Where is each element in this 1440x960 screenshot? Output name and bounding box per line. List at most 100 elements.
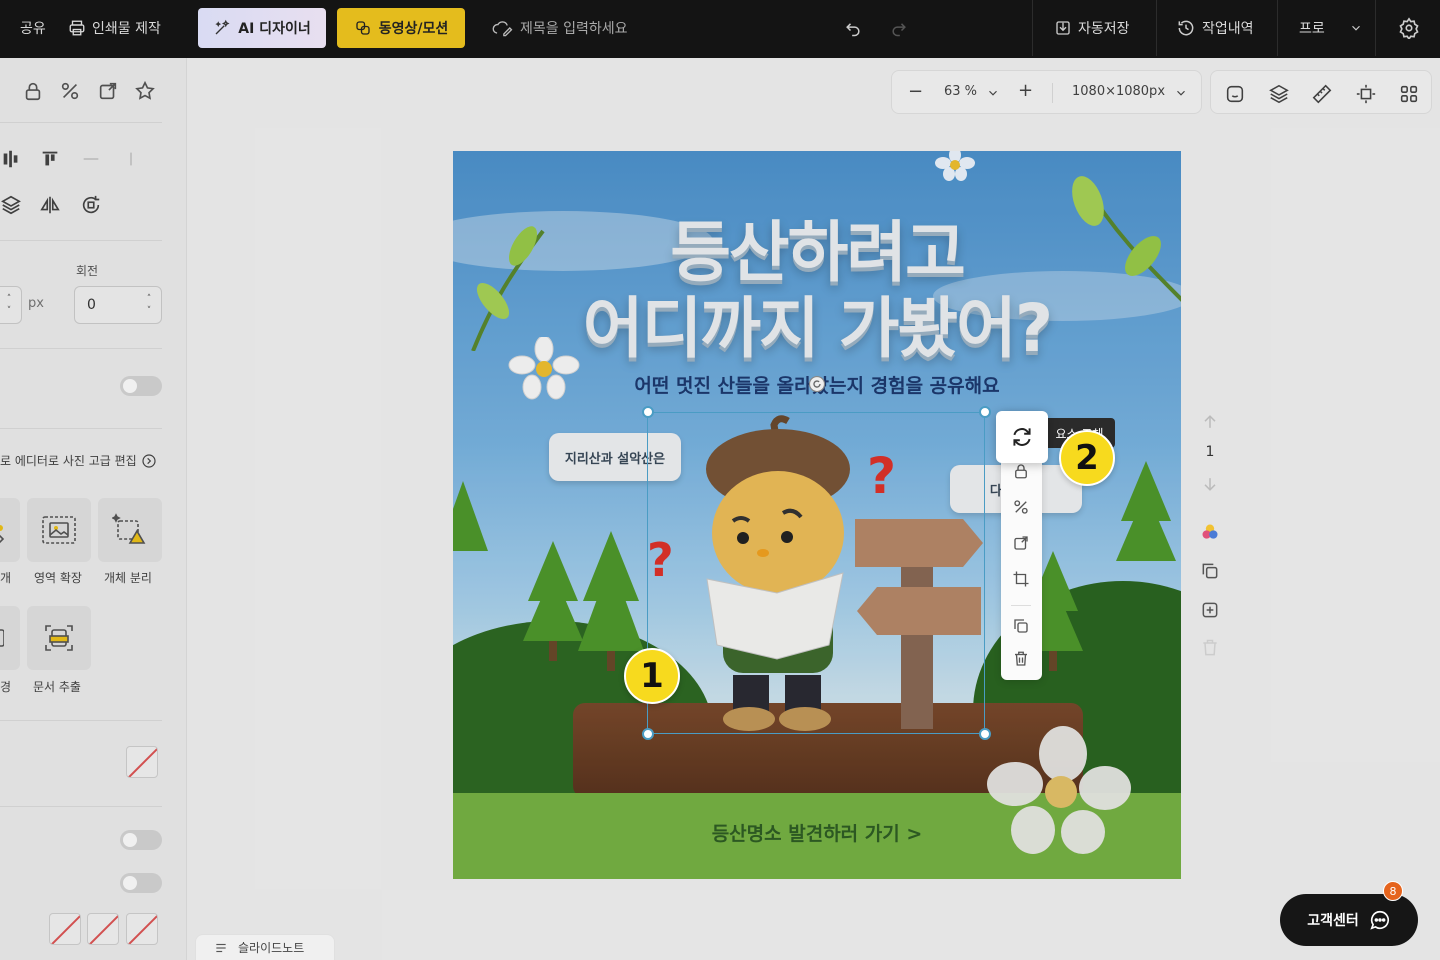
grid-view-icon[interactable] <box>1398 83 1420 105</box>
tool-background[interactable] <box>0 606 20 670</box>
duplicate-icon[interactable] <box>1012 617 1030 635</box>
history-button[interactable]: 작업내역 <box>1176 0 1254 56</box>
color-swatch-none[interactable] <box>126 913 158 945</box>
color-swatch-none[interactable] <box>126 746 158 778</box>
tool-document-extract[interactable] <box>27 606 91 670</box>
share-label: 공유 <box>20 21 46 37</box>
tool-area-expand-label: 영역 확장 <box>34 571 82 585</box>
resize-handle[interactable] <box>642 406 654 418</box>
star-icon[interactable] <box>134 80 156 102</box>
autosave-button[interactable]: 자동저장 <box>1054 0 1130 56</box>
redo-button[interactable] <box>889 0 909 56</box>
replace-element-button[interactable] <box>996 411 1048 463</box>
align-center-h-icon[interactable] <box>0 148 22 170</box>
align-bottom-icon[interactable] <box>120 148 142 170</box>
history-label: 작업내역 <box>1202 21 1254 37</box>
photo-edit-link[interactable]: 로 에디터로 사진 고급 편집 <box>0 452 157 469</box>
chevron-down-icon[interactable] <box>1174 86 1188 100</box>
divider <box>1375 0 1376 56</box>
resize-handle[interactable] <box>642 728 654 740</box>
swap-icon <box>1013 428 1031 446</box>
zoom-out-button[interactable]: − <box>908 81 923 102</box>
print-label: 인쇄물 제작 <box>92 21 161 37</box>
tool-icon <box>0 525 4 544</box>
toggle-switch[interactable] <box>120 376 162 396</box>
replace-image-icon[interactable] <box>1012 534 1030 552</box>
layers-icon[interactable] <box>1268 83 1290 105</box>
height-input[interactable]: ˄ ˅ <box>0 286 22 324</box>
question-mark-decoration: ? <box>647 533 674 587</box>
autosave-label: 자동저장 <box>1078 21 1130 37</box>
motion-icon <box>356 21 370 35</box>
tool-remove[interactable] <box>0 498 20 562</box>
transparency-icon[interactable] <box>1012 498 1030 516</box>
trash-icon[interactable] <box>1012 650 1030 668</box>
lock-icon[interactable] <box>22 80 44 102</box>
title-input[interactable]: 제목을 입력하세요 <box>492 0 628 56</box>
page-number: 1 <box>1205 444 1215 460</box>
notes-list-icon <box>216 943 226 952</box>
toggle-switch[interactable] <box>120 830 162 850</box>
video-motion-label: 동영상/모션 <box>378 21 449 37</box>
crop-icon[interactable] <box>1012 570 1030 588</box>
slide-notes-tab[interactable]: 슬라이드노트 <box>195 934 335 960</box>
acorn-character-illustration[interactable] <box>693 413 863 733</box>
trash-icon[interactable] <box>1200 638 1220 658</box>
add-page-icon[interactable] <box>1200 600 1220 620</box>
chevron-down-icon[interactable] <box>986 86 1000 100</box>
ai-designer-label: AI 디자이너 <box>238 21 311 37</box>
color-palette-icon[interactable] <box>1200 522 1220 542</box>
resize-handle[interactable] <box>979 728 991 740</box>
color-swatch-none[interactable] <box>87 913 119 945</box>
color-swatch-none[interactable] <box>49 913 81 945</box>
duplicate-page-icon[interactable] <box>1200 561 1220 581</box>
zoom-level[interactable]: 63 % <box>944 84 977 99</box>
plan-dropdown[interactable]: 프로 <box>1299 0 1363 56</box>
tool-object-separate[interactable] <box>98 498 162 562</box>
resize-handle[interactable] <box>979 406 991 418</box>
sticker-icon[interactable] <box>1224 83 1246 105</box>
speech-bubble-left[interactable]: 지리산과 설악산은 <box>549 433 681 481</box>
align-middle-icon[interactable] <box>80 148 102 170</box>
save-icon <box>1056 21 1070 35</box>
slide-notes-label: 슬라이드노트 <box>238 941 305 955</box>
artboard[interactable]: 등산하려고 어디까지 가봤어? 어떤 멋진 산들을 올라갔는지 경험을 공유해요… <box>453 151 1181 879</box>
ai-designer-button[interactable]: AI 디자이너 <box>198 8 326 48</box>
customer-support-button[interactable]: 고객센터 <box>1280 894 1418 946</box>
ruler-icon[interactable] <box>1311 83 1333 105</box>
flip-icon[interactable] <box>39 194 61 216</box>
lock-icon[interactable] <box>1012 462 1030 480</box>
rotate-icon[interactable] <box>80 194 102 216</box>
undo-button[interactable] <box>843 0 863 56</box>
canvas-size-dropdown[interactable]: 1080×1080px <box>1072 84 1165 99</box>
tool-area-expand[interactable] <box>27 498 91 562</box>
headline-line2[interactable]: 어디까지 가봤어? <box>453 275 1181 371</box>
arrow-up-icon[interactable] <box>1200 412 1220 432</box>
divider <box>0 428 162 429</box>
history-icon <box>1178 20 1194 36</box>
zoom-in-button[interactable]: + <box>1018 80 1033 101</box>
stepper-icon[interactable]: ˄ ˅ <box>3 293 15 317</box>
share-button[interactable]: 공유 <box>20 0 46 56</box>
transparency-icon[interactable] <box>59 80 81 102</box>
rotate-handle-icon[interactable] <box>808 375 826 393</box>
toggle-switch[interactable] <box>120 873 162 893</box>
stepper-icon[interactable]: ˄ ˅ <box>143 293 155 317</box>
view-toolbar <box>1210 70 1432 114</box>
arrow-down-icon[interactable] <box>1200 474 1220 494</box>
divider <box>1011 605 1031 606</box>
align-top-icon[interactable] <box>39 148 61 170</box>
video-motion-button[interactable]: 동영상/모션 <box>337 8 465 48</box>
rotation-input[interactable]: 0 ˄ ˅ <box>74 286 162 324</box>
flower-decoration <box>987 726 1131 854</box>
settings-button[interactable] <box>1398 0 1420 56</box>
tool-object-separate-label: 개체 분리 <box>104 571 152 585</box>
fit-screen-icon[interactable] <box>1355 83 1377 105</box>
layers-icon[interactable] <box>0 194 22 216</box>
document-scan-icon <box>45 625 73 651</box>
notification-count-badge: 8 <box>1383 881 1403 901</box>
replace-image-icon[interactable] <box>97 80 119 102</box>
zoom-toolbar: − 63 % + 1080×1080px <box>891 70 1202 114</box>
tool-remove-label: 개 <box>0 571 12 585</box>
print-button[interactable]: 인쇄물 제작 <box>68 0 161 56</box>
